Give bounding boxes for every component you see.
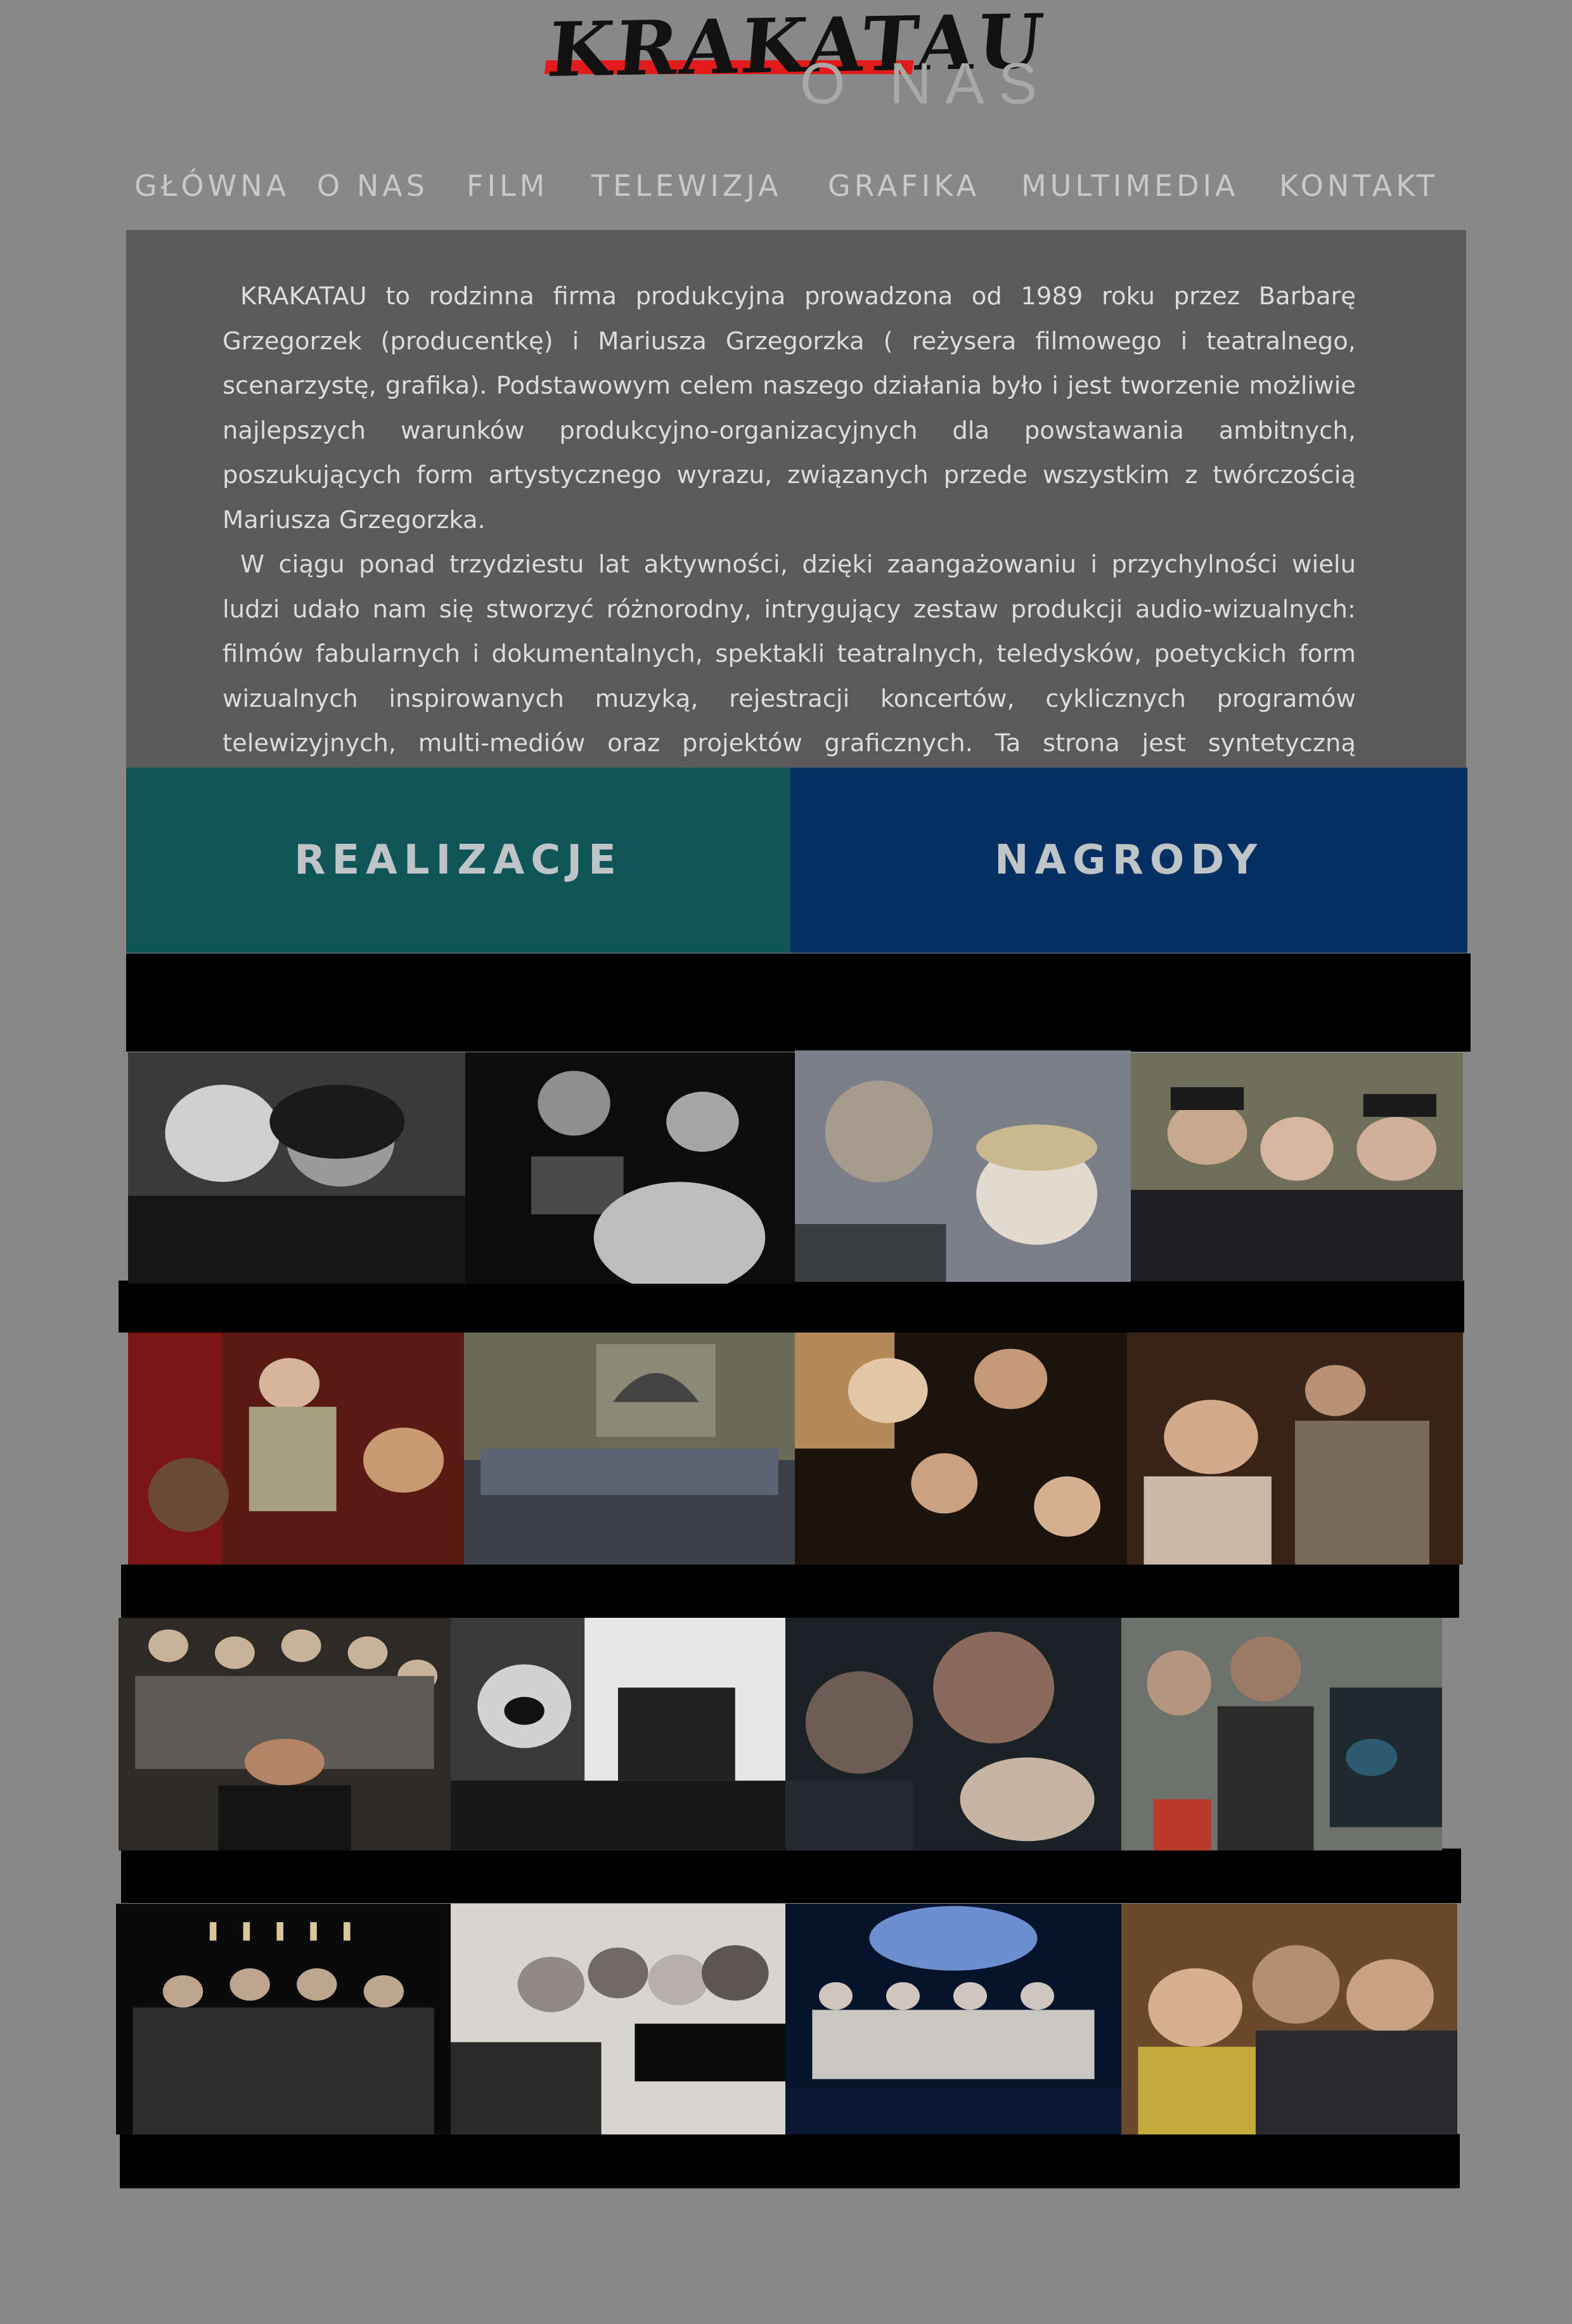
photo-icon [1127, 1333, 1463, 1565]
photo-tile[interactable] [1121, 1618, 1442, 1850]
main-nav: GŁÓWNA O NAS FILM TELEWIZJA GRAFIKA MULT… [0, 164, 1572, 208]
nav-item-telewizja[interactable]: TELEWIZJA [591, 164, 782, 208]
nav-item-o-nas[interactable]: O NAS [317, 164, 428, 208]
photo-tile[interactable] [785, 1618, 1121, 1850]
photo-icon [116, 1904, 451, 2134]
black-strip [120, 2134, 1460, 2188]
photo-tile[interactable] [1121, 1904, 1457, 2134]
nav-item-multimedia[interactable]: MULTIMEDIA [1021, 164, 1239, 208]
photo-icon [119, 1618, 451, 1850]
photo-tile[interactable] [119, 1618, 451, 1850]
black-strip [121, 1565, 1459, 1618]
black-strip [126, 953, 1471, 1052]
about-panel: KRAKATAU to rodzinna firma produkcyjna p… [126, 230, 1466, 803]
photo-icon [451, 1904, 785, 2134]
nav-item-film[interactable]: FILM [467, 164, 548, 208]
black-strip [119, 1281, 1464, 1333]
photo-icon [1121, 1618, 1442, 1850]
photo-icon [451, 1618, 785, 1850]
photo-tile[interactable] [795, 1333, 1127, 1565]
page-title: O NAS [800, 51, 1052, 116]
realizacje-button[interactable]: REALIZACJE [126, 768, 790, 953]
photo-icon [785, 1904, 1121, 2134]
nav-item-glowna[interactable]: GŁÓWNA [134, 164, 290, 208]
photo-icon [464, 1333, 795, 1565]
photo-tile[interactable] [1127, 1333, 1463, 1565]
photo-tile[interactable] [116, 1904, 451, 2134]
photo-icon [795, 1050, 1131, 1282]
photo-tile[interactable] [1131, 1053, 1463, 1281]
about-text: KRAKATAU to rodzinna firma produkcyjna p… [222, 274, 1356, 811]
about-paragraph-1: KRAKATAU to rodzinna firma produkcyjna p… [222, 282, 1356, 534]
photo-icon [795, 1333, 1127, 1565]
photo-tile[interactable] [795, 1050, 1131, 1282]
photo-icon [1121, 1904, 1457, 2134]
photo-tile[interactable] [128, 1052, 465, 1284]
photo-icon [1131, 1053, 1463, 1281]
photo-tile[interactable] [451, 1618, 785, 1850]
photo-icon [128, 1052, 465, 1284]
photo-icon [785, 1618, 1121, 1850]
photo-tile[interactable] [451, 1904, 785, 2134]
nav-item-kontakt[interactable]: KONTAKT [1279, 164, 1438, 208]
black-strip [121, 1849, 1461, 1903]
nagrody-button[interactable]: NAGRODY [790, 768, 1467, 953]
photo-tile[interactable] [785, 1904, 1121, 2134]
nav-item-grafika[interactable]: GRAFIKA [828, 164, 980, 208]
photo-tile[interactable] [465, 1052, 795, 1284]
photo-icon [128, 1333, 464, 1565]
photo-tile[interactable] [128, 1333, 464, 1565]
photo-tile[interactable] [464, 1333, 795, 1565]
photo-icon [465, 1052, 795, 1284]
